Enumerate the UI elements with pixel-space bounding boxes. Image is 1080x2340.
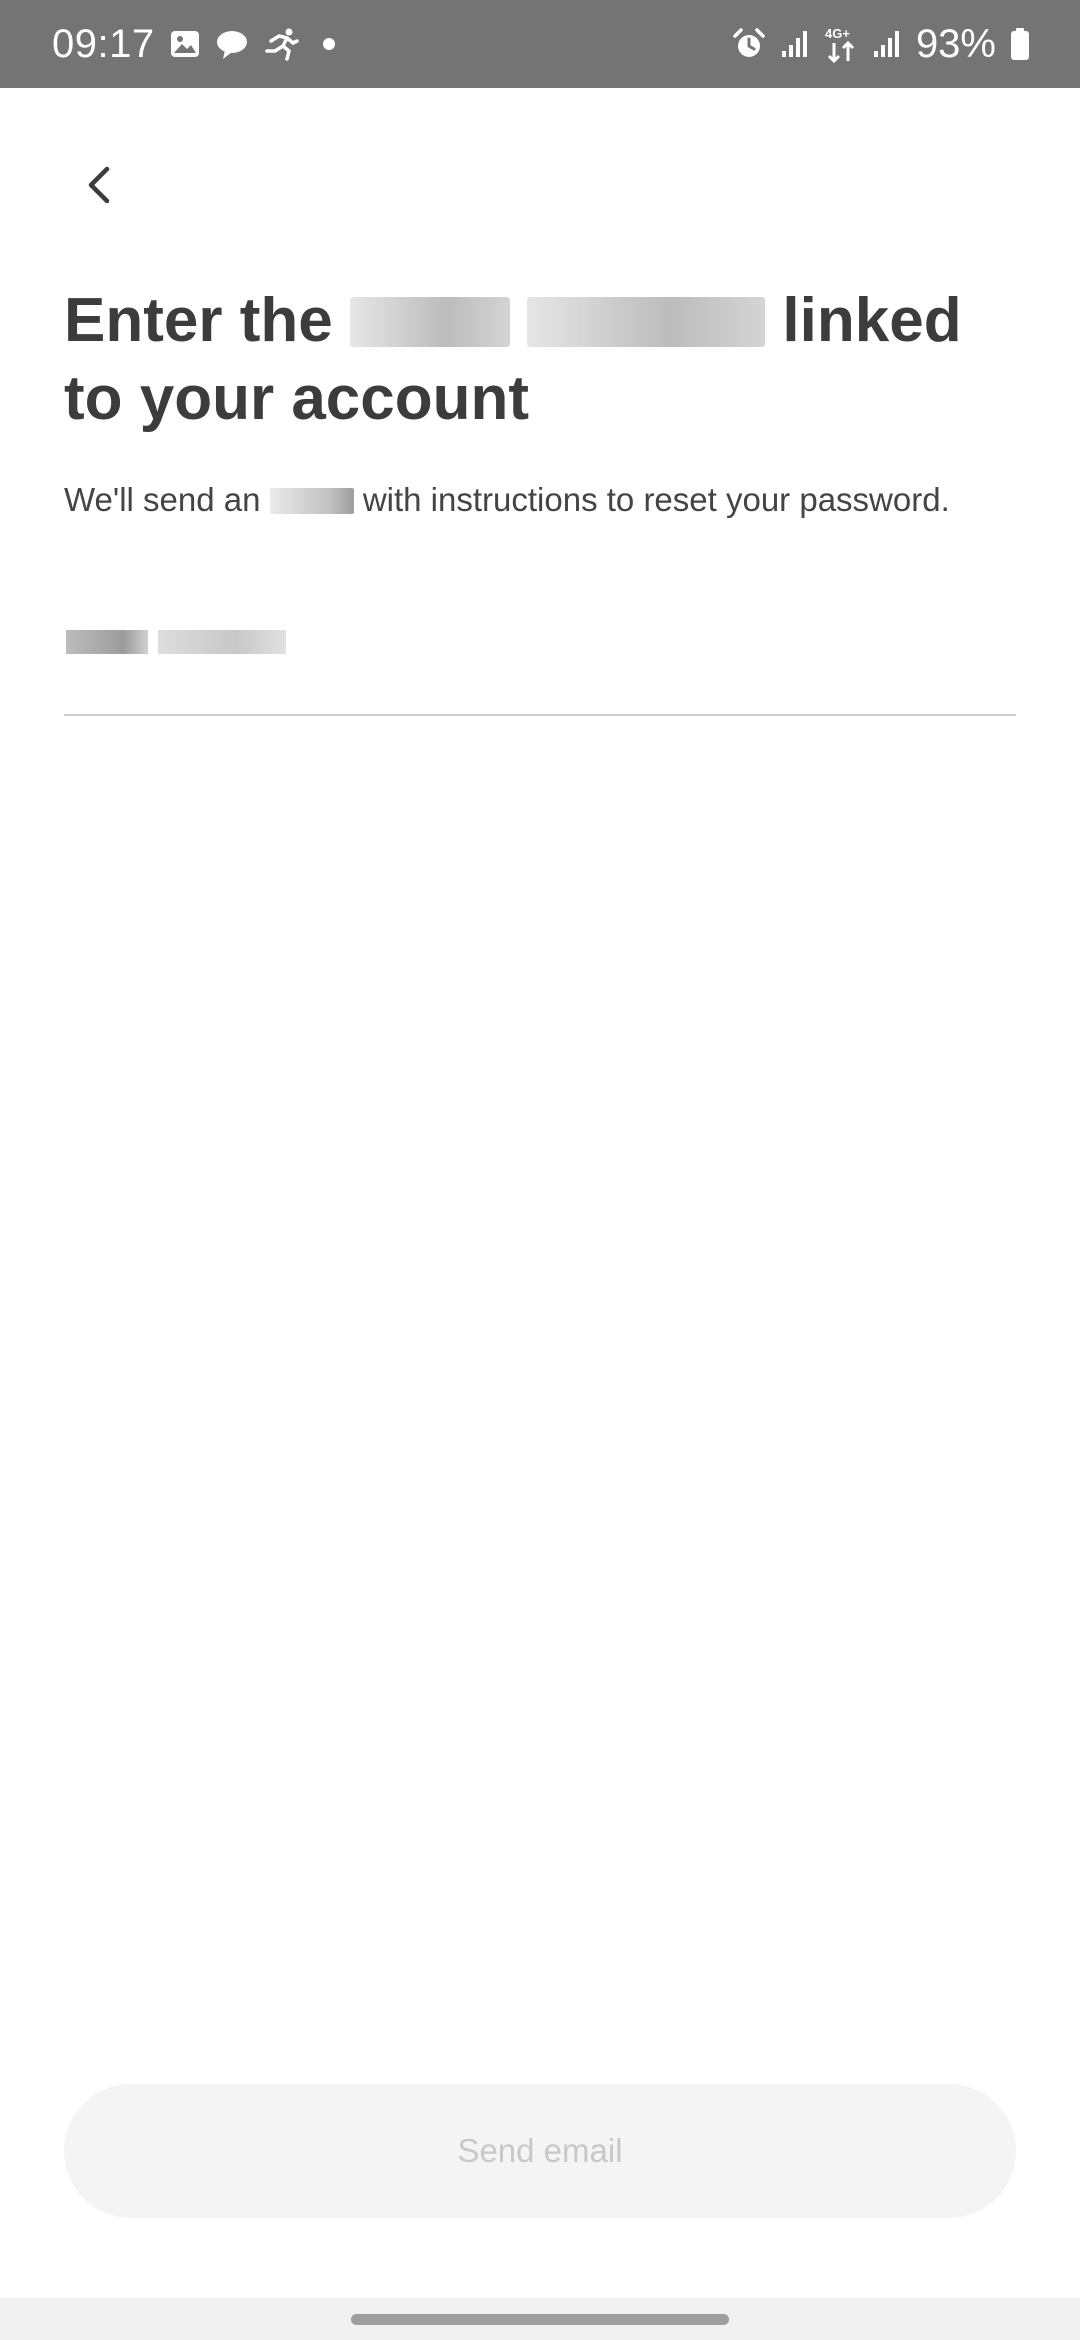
title-text-start: Enter the [64,286,333,355]
forgot-password-screen: 09:17 4G+ 93% Enter the linked to your a… [0,0,1080,2340]
navigation-bar [0,2298,1080,2340]
back-button[interactable] [64,150,134,220]
page-title: Enter the linked to your account [64,282,1024,438]
battery-percent: 93% [915,21,996,66]
running-icon [263,27,299,61]
signal-icon [780,29,810,59]
home-gesture-handle[interactable] [351,2314,729,2325]
chat-bubble-icon [215,28,249,60]
status-time: 09:17 [52,21,155,66]
alarm-icon [732,27,766,61]
network-type-label: 4G+ [825,26,850,41]
data-arrows-icon: 4G+ [824,25,858,63]
chevron-left-icon [88,166,110,204]
redacted-text [349,297,510,347]
signal-icon [872,29,902,59]
instructions-text-end: with instructions to reset your password… [362,481,950,518]
notification-dot-icon [322,38,335,50]
status-bar: 09:17 4G+ 93% [0,0,1080,88]
send-email-button[interactable]: Send email [64,2084,1016,2218]
title-text-end: to your account [64,364,530,433]
email-input[interactable] [64,610,1016,714]
instructions-text-start: We'll send an [64,481,261,518]
email-field-container [64,610,1016,716]
image-icon [169,28,201,60]
title-text-mid: linked [782,286,962,355]
redacted-text [527,297,766,347]
redacted-text [269,488,354,514]
battery-icon [1010,27,1030,61]
status-right: 4G+ 93% [732,0,1030,88]
status-left: 09:17 [52,0,335,88]
instructions-text: We'll send an with instructions to reset… [64,478,1044,522]
